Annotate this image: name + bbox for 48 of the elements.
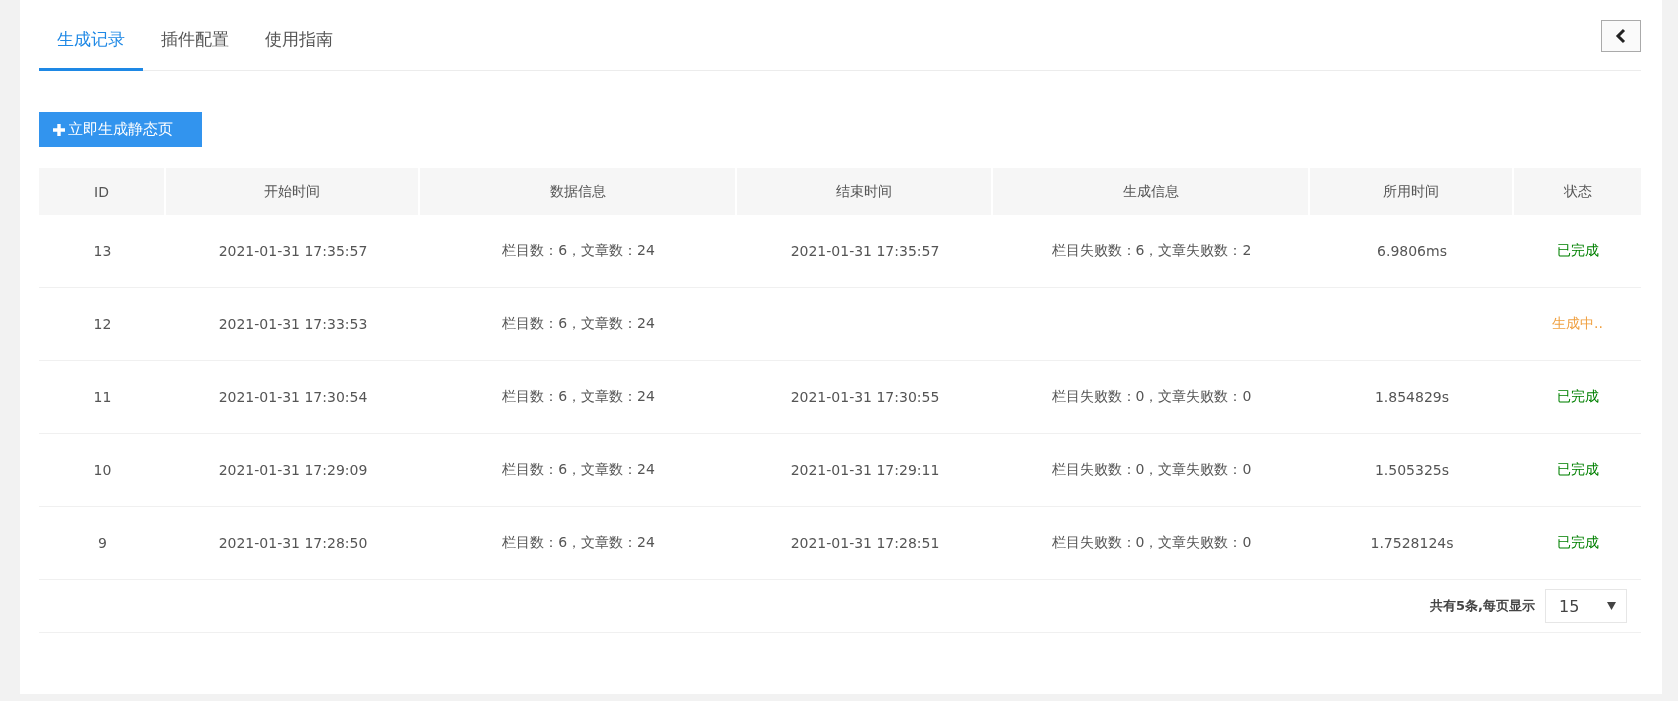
table-cell: 2021-01-31 17:33:53	[218, 316, 368, 332]
table-cell: 2021-01-31 17:35:57	[218, 243, 368, 259]
table-cell: 12	[93, 316, 112, 332]
table-cell: 栏目失败数：0，文章失败数：0	[1051, 534, 1252, 552]
tab[interactable]: 生成记录	[39, 28, 143, 71]
table-cell: 13	[93, 243, 112, 259]
chevron-left-icon	[1615, 28, 1627, 44]
table-cell: 11	[93, 389, 112, 405]
table-cell: 栏目数：6，文章数：24	[502, 315, 655, 333]
table-cell: 栏目失败数：6，文章失败数：2	[1051, 242, 1252, 260]
table-cell: 栏目失败数：0，文章失败数：0	[1051, 388, 1252, 406]
table-cell: 1.505325s	[1374, 462, 1450, 478]
table-cell: 栏目失败数：0，文章失败数：0	[1051, 461, 1252, 479]
status-text: 已完成	[1556, 534, 1599, 552]
status-text: 已完成	[1556, 242, 1599, 260]
column-header: 开始时间	[166, 168, 420, 215]
status-text: 生成中..	[1552, 315, 1603, 333]
column-header: 所用时间	[1310, 168, 1514, 215]
table-cell: 9	[98, 535, 107, 551]
table-cell: 2021-01-31 17:29:09	[218, 462, 368, 478]
tab[interactable]: 插件配置	[143, 28, 247, 71]
table-cell: 2021-01-31 17:29:11	[790, 462, 940, 478]
column-header: ID	[39, 168, 166, 215]
collapse-button[interactable]	[1601, 20, 1641, 52]
column-header: 生成信息	[993, 168, 1310, 215]
tab[interactable]: 使用指南	[247, 28, 351, 71]
pagination-summary: 共有5条,每页显示	[1430, 597, 1535, 615]
column-header: 结束时间	[737, 168, 993, 215]
table-cell: 栏目数：6，文章数：24	[502, 388, 655, 406]
table-cell: 2021-01-31 17:30:55	[790, 389, 940, 405]
table-cell: 2021-01-31 17:35:57	[790, 243, 940, 259]
table-cell: 6.9806ms	[1377, 243, 1447, 259]
table-cell: 2021-01-31 17:28:50	[218, 535, 368, 551]
table-cell: 2021-01-31 17:28:51	[790, 535, 940, 551]
status-text: 已完成	[1556, 461, 1599, 479]
column-header: 数据信息	[420, 168, 737, 215]
table-cell: 2021-01-31 17:30:54	[218, 389, 368, 405]
table-cell: 栏目数：6，文章数：24	[502, 534, 655, 552]
table-cell: 栏目数：6，文章数：24	[502, 242, 655, 260]
page-size-select[interactable]: 15	[1545, 589, 1627, 623]
table-cell: 10	[93, 462, 112, 478]
column-header: 状态	[1562, 181, 1593, 201]
table-cell: 1.7528124s	[1370, 535, 1454, 551]
table-cell: 栏目数：6，文章数：24	[502, 461, 655, 479]
plus-icon	[53, 123, 65, 136]
status-text: 已完成	[1556, 388, 1599, 406]
table-cell: 1.854829s	[1374, 389, 1450, 405]
caret-down-icon	[1607, 602, 1616, 610]
